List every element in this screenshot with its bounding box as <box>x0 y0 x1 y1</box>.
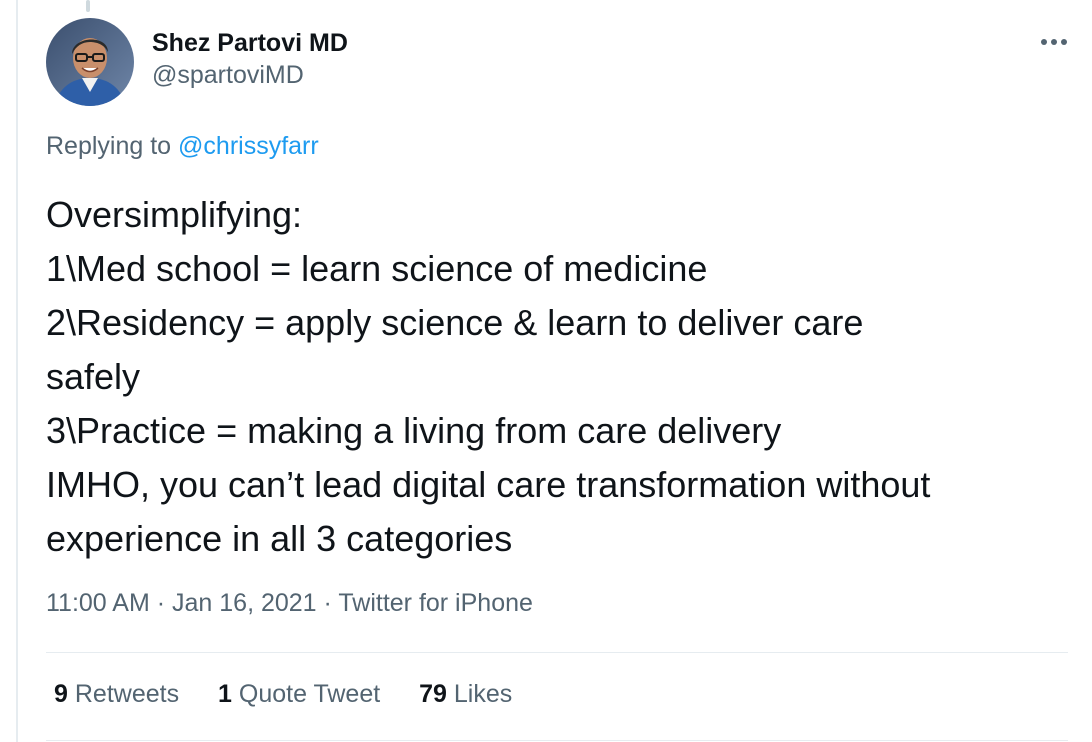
thread-connector <box>86 0 90 12</box>
tweet: Shez Partovi MD @spartoviMD Replying to … <box>46 18 1067 617</box>
tweet-frame: Shez Partovi MD @spartoviMD Replying to … <box>0 0 1092 742</box>
avatar[interactable] <box>46 18 134 106</box>
tweet-text: Oversimplifying: 1\Med school = learn sc… <box>46 188 1046 566</box>
retweets-count: 9 <box>54 680 68 708</box>
tweet-line: Oversimplifying: <box>46 194 303 235</box>
tweet-line: IMHO, you can’t lead digital care transf… <box>46 464 931 505</box>
meta-separator: · <box>156 589 166 617</box>
mention-link[interactable]: @chrissyfarr <box>178 132 319 160</box>
tweet-line: 3\Practice = making a living from care d… <box>46 410 782 451</box>
tweet-meta: 11:00 AM · Jan 16, 2021 · Twitter for iP… <box>46 589 533 618</box>
timestamp-time[interactable]: 11:00 AM <box>46 589 150 617</box>
more-horizontal-icon[interactable] <box>1036 30 1072 54</box>
retweets-label: Retweets <box>74 680 180 708</box>
tweet-line: 1\Med school = learn science of medicine <box>46 248 708 289</box>
avatar-image <box>46 18 134 106</box>
user-handle[interactable]: @spartoviMD <box>152 58 348 92</box>
likes-label: Likes <box>453 680 513 708</box>
tweet-header: Shez Partovi MD @spartoviMD <box>46 18 1067 108</box>
quote-tweets-count: 1 <box>218 680 232 708</box>
timestamp-date[interactable]: Jan 16, 2021 <box>172 589 317 617</box>
quote-tweets-stat[interactable]: 1 Quote Tweet <box>218 680 380 709</box>
replying-to-label: Replying to <box>46 132 172 160</box>
likes-count: 79 <box>419 680 447 708</box>
engagement-stats: 9 Retweets 1 Quote Tweet 79 Likes <box>54 680 544 709</box>
replying-to: Replying to @chrissyfarr <box>46 132 319 161</box>
divider-bottom <box>46 740 1068 741</box>
likes-stat[interactable]: 79 Likes <box>419 680 512 709</box>
author-names: Shez Partovi MD @spartoviMD <box>152 28 348 92</box>
tweet-line: 2\Residency = apply science & learn to d… <box>46 302 864 343</box>
tweet-line: experience in all 3 categories <box>46 518 513 559</box>
meta-separator: · <box>323 589 332 617</box>
display-name[interactable]: Shez Partovi MD <box>152 28 348 58</box>
quote-tweets-label: Quote Tweet <box>238 680 381 708</box>
divider-top <box>46 652 1068 653</box>
tweet-line: safely <box>46 356 141 397</box>
tweet-source[interactable]: Twitter for iPhone <box>338 589 533 617</box>
left-border <box>16 0 18 742</box>
retweets-stat[interactable]: 9 Retweets <box>54 680 179 709</box>
